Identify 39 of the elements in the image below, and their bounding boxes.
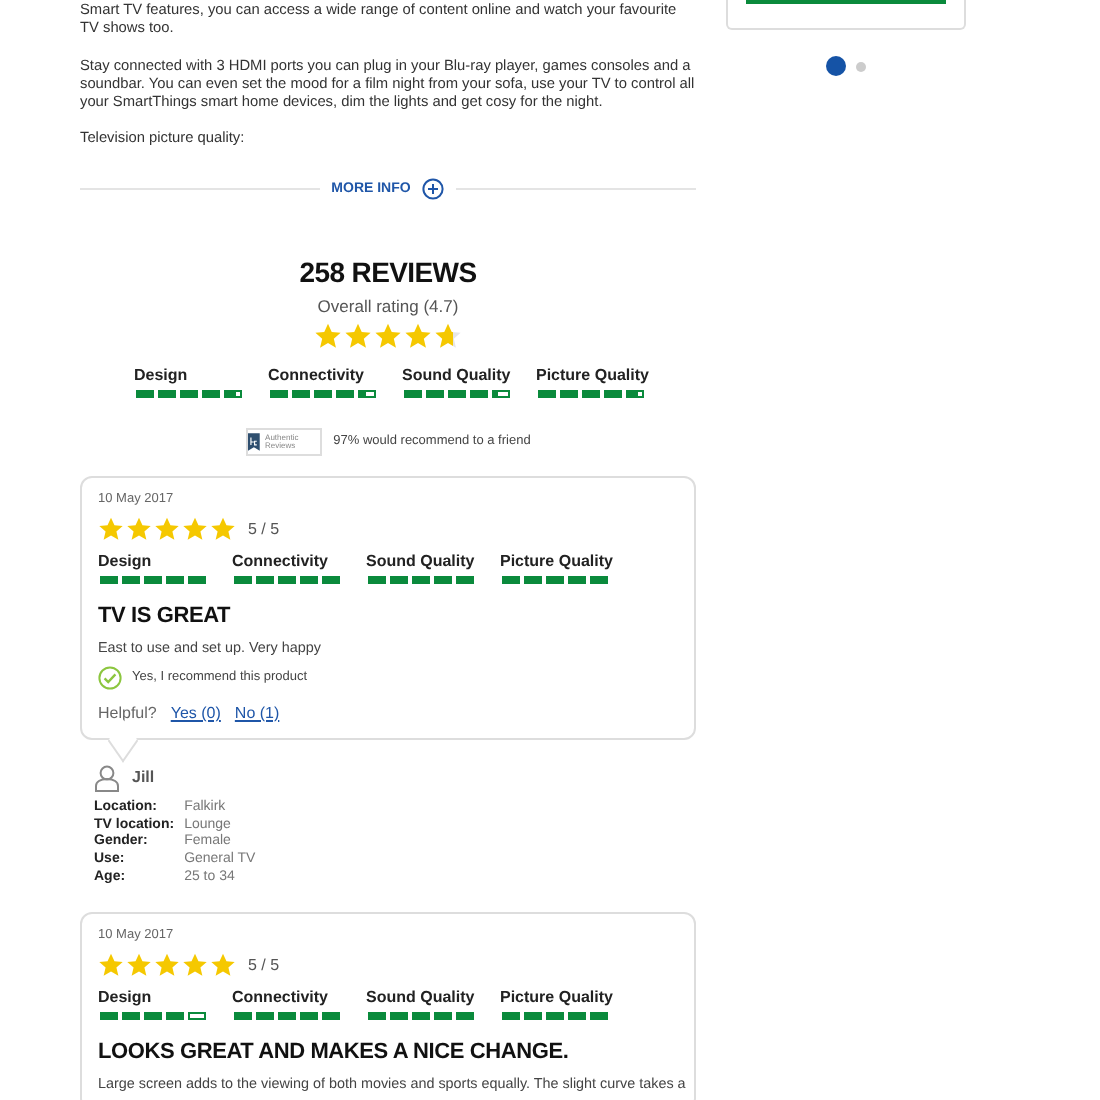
rating-label: Connectivity: [232, 987, 331, 1006]
rating-label: Design: [98, 987, 154, 1006]
reviews-heading: 258 REVIEWS: [297, 255, 479, 287]
star-icon: [154, 515, 180, 541]
rating-label: Connectivity: [232, 551, 331, 569]
star-icon: [98, 515, 124, 541]
overall-rating: Overall rating (4.7): [315, 295, 461, 315]
review-score: 5 / 5: [248, 955, 280, 974]
rating-label: Design: [134, 365, 190, 383]
helpful-label: Helpful?: [98, 703, 157, 722]
star-icon: [126, 515, 152, 541]
star-icon: [434, 321, 462, 349]
star-icon: [154, 951, 180, 978]
pagination-dot[interactable]: [856, 61, 866, 71]
star-icon: [98, 951, 124, 978]
star-icon: [210, 515, 236, 541]
review-title: TV IS GREAT: [98, 603, 233, 627]
star-icon: [182, 515, 208, 541]
rating-label: Connectivity: [268, 365, 367, 383]
review-title: LOOKS GREAT AND MAKES A NICE CHANGE.: [98, 1039, 571, 1064]
star-icon: [404, 321, 432, 349]
rating-label: Design: [98, 551, 154, 569]
star-icon: [210, 951, 236, 978]
star-icon: [344, 321, 372, 349]
rating-label: Sound Quality: [402, 365, 508, 383]
badge-logo-icon: [247, 429, 260, 453]
star-icon: [182, 951, 208, 978]
rating-label: Sound Quality: [366, 987, 472, 1006]
star-icon: [314, 321, 342, 349]
plus-circle-icon: [422, 177, 445, 199]
helpful-no-link[interactable]: No (1): [234, 703, 280, 722]
rating-label: Sound Quality: [366, 551, 472, 569]
star-icon: [126, 951, 152, 978]
star-icon: [374, 321, 402, 349]
review-score: 5 / 5: [248, 519, 280, 537]
user-icon: [94, 763, 120, 792]
reviewer-name: Jill: [132, 768, 155, 787]
pagination-dot[interactable]: [826, 56, 846, 76]
helpful-yes-link[interactable]: Yes (0): [170, 703, 221, 722]
